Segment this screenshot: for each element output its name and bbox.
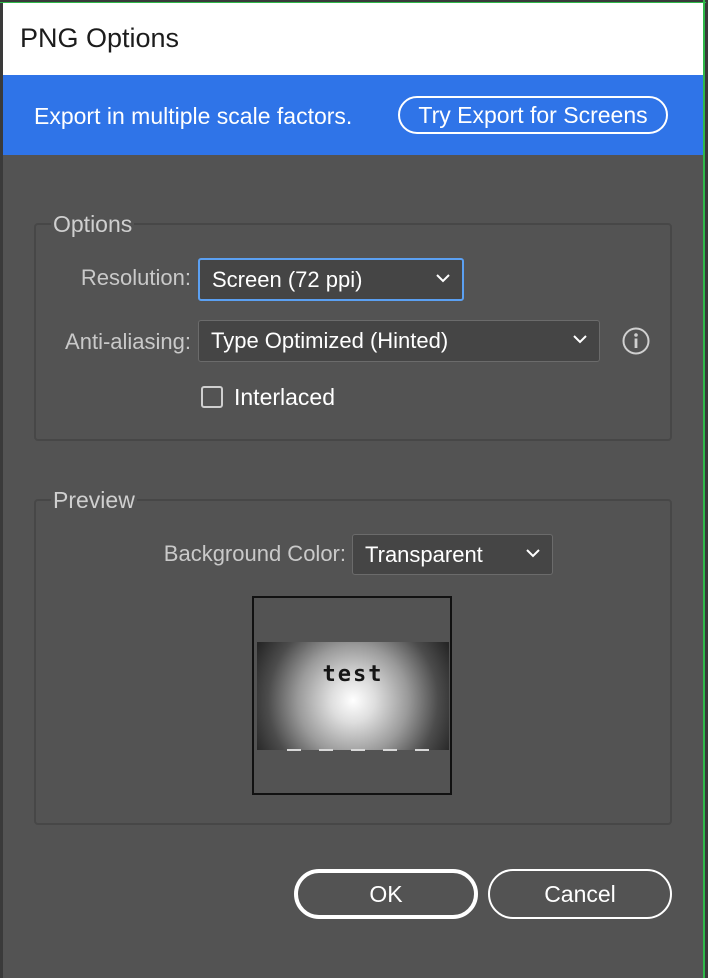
resolution-select[interactable]: Screen (72 ppi) [198,258,464,301]
options-legend: Options [51,211,135,238]
anti-aliasing-value: Type Optimized (Hinted) [211,328,449,353]
preview-image: test [257,642,449,751]
anti-aliasing-select[interactable]: Type Optimized (Hinted) [198,320,600,362]
png-options-dialog: PNG Options Export in multiple scale fac… [3,3,703,978]
banner-text: Export in multiple scale factors. [34,103,353,129]
interlaced-label: Interlaced [234,384,336,410]
preview-dash [319,749,333,751]
anti-aliasing-label: Anti-aliasing: [65,329,191,354]
window-edge-right [703,0,705,978]
preview-dash [287,749,301,751]
chevron-down-icon [573,335,587,344]
preview-dash [415,749,429,751]
preview-image-text: test [322,662,384,687]
chevron-down-icon [526,549,540,558]
info-icon[interactable] [621,326,651,356]
title-bar: PNG Options [3,3,703,75]
preview-dash [351,749,365,751]
chevron-down-icon [436,274,450,283]
try-export-for-screens-button[interactable]: Try Export for Screens [398,96,668,134]
background-color-select[interactable]: Transparent [352,534,553,575]
export-banner: Export in multiple scale factors. Try Ex… [3,75,703,155]
interlaced-checkbox[interactable] [201,386,223,408]
ok-button[interactable]: OK [294,869,478,919]
cancel-button[interactable]: Cancel [488,869,672,919]
preview-dash [383,749,397,751]
preview-legend: Preview [51,487,137,514]
preview-thumbnail: test [252,596,452,795]
dialog-title: PNG Options [20,23,180,53]
resolution-label: Resolution: [80,265,191,290]
background-color-label: Background Color: [163,541,346,566]
background-color-value: Transparent [365,542,483,567]
resolution-value: Screen (72 ppi) [212,267,363,292]
